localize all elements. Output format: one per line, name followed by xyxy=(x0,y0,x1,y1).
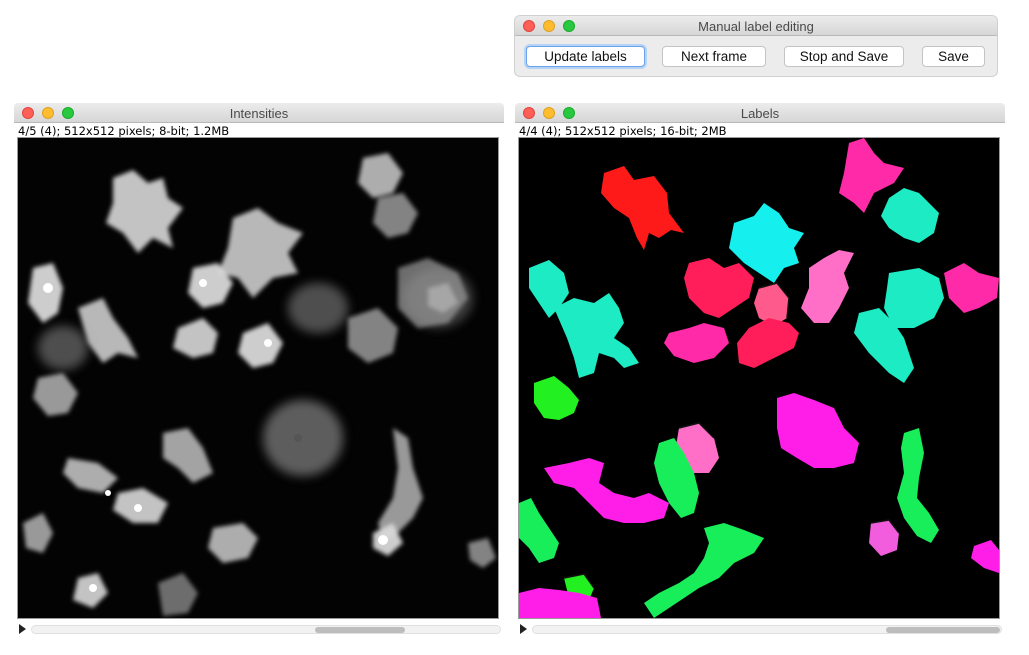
microscopy-image xyxy=(18,138,498,618)
intensities-titlebar: Intensities xyxy=(14,103,504,123)
play-icon[interactable] xyxy=(19,624,26,634)
labels-titlebar: Labels xyxy=(515,103,1005,123)
intensities-image[interactable] xyxy=(17,137,499,619)
frame-scrollbar[interactable] xyxy=(17,622,501,636)
play-icon[interactable] xyxy=(520,624,527,634)
window-title: Intensities xyxy=(229,106,289,121)
label-map-image xyxy=(519,138,999,618)
scrollbar-track[interactable] xyxy=(532,625,1002,634)
next-frame-button[interactable]: Next frame xyxy=(662,46,766,67)
scrollbar-track[interactable] xyxy=(31,625,501,634)
update-labels-button[interactable]: Update labels xyxy=(526,46,645,67)
image-info: 4/4 (4); 512x512 pixels; 16-bit; 2MB xyxy=(519,124,727,138)
scrollbar-thumb[interactable] xyxy=(886,627,1000,633)
window-title: Labels xyxy=(740,106,780,121)
manual-label-editing-panel: Manual label editing Update labels Next … xyxy=(515,16,997,76)
stop-and-save-button[interactable]: Stop and Save xyxy=(784,46,904,67)
save-button[interactable]: Save xyxy=(922,46,985,67)
intensities-window: Intensities 4/5 (4); 512x512 pixels; 8-b… xyxy=(14,103,504,638)
labels-window: Labels 4/4 (4); 512x512 pixels; 16-bit; … xyxy=(515,103,1005,638)
labels-image[interactable] xyxy=(518,137,1000,619)
panel-titlebar: Manual label editing xyxy=(515,16,997,36)
panel-title: Manual label editing xyxy=(698,19,814,34)
image-info: 4/5 (4); 512x512 pixels; 8-bit; 1.2MB xyxy=(18,124,230,138)
scrollbar-thumb[interactable] xyxy=(315,627,405,633)
frame-scrollbar[interactable] xyxy=(518,622,1002,636)
